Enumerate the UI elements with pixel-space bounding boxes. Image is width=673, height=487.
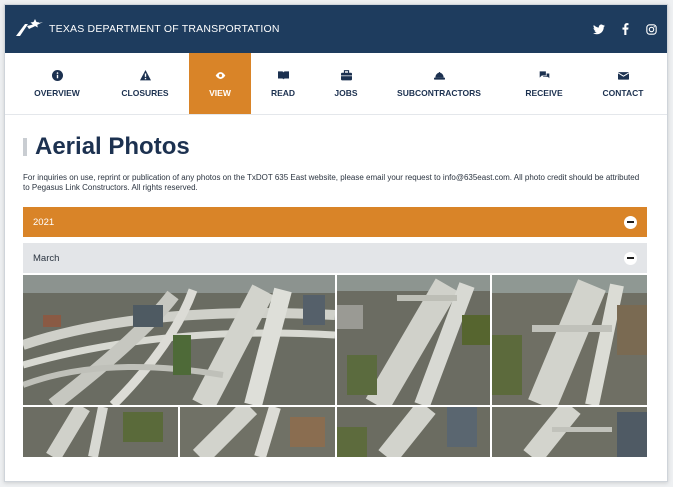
accordion-year-label: 2021 [33,216,55,228]
instagram-icon[interactable] [645,23,657,35]
accordion-month-label: March [33,252,60,264]
aerial-photo[interactable] [492,407,647,457]
photo-gallery [23,275,647,457]
briefcase-icon [340,69,352,80]
collapse-icon[interactable] [624,215,637,229]
txdot-star-icon [16,19,43,36]
nav-label: VIEW [209,87,231,98]
envelope-icon [617,71,629,80]
nav-label: JOBS [334,87,358,98]
collapse-icon[interactable] [624,251,637,265]
aerial-photo-image [23,407,178,457]
nav-overview[interactable]: OVERVIEW [13,53,101,114]
nav-label: CLOSURES [121,87,169,98]
aerial-photo-image [180,407,335,457]
main-nav: OVERVIEW CLOSURES VIEW READ JOBS SUBCONT… [5,53,667,115]
eye-icon [215,71,225,79]
nav-receive[interactable]: RECEIVE [501,53,587,114]
info-icon [51,69,63,81]
aerial-photo[interactable] [23,275,335,405]
aerial-photo[interactable] [337,275,490,405]
aerial-photo[interactable] [337,407,490,457]
chat-icon [539,70,549,78]
brand-name: TEXAS DEPARTMENT OF TRANSPORTATION [49,23,280,35]
nav-read[interactable]: READ [251,53,315,114]
nav-contact[interactable]: CONTACT [587,53,659,114]
warning-icon [139,69,151,80]
aerial-photo-image [492,407,647,457]
aerial-photo[interactable] [23,407,178,457]
aerial-photo[interactable] [492,275,647,405]
aerial-photo-image [492,275,647,405]
aerial-photo[interactable] [180,407,335,457]
hardhat-icon [433,71,445,80]
nav-label: OVERVIEW [34,87,80,98]
book-icon [277,70,289,80]
page-title: Aerial Photos [35,133,190,160]
top-bar: TEXAS DEPARTMENT OF TRANSPORTATION [5,5,667,53]
nav-label: SUBCONTRACTORS [397,87,481,98]
title-row: Aerial Photos [23,133,647,161]
facebook-icon[interactable] [619,23,631,35]
nav-closures[interactable]: CLOSURES [101,53,189,114]
aerial-photo-image [23,275,335,405]
nav-label: RECEIVE [525,87,563,98]
nav-view[interactable]: VIEW [189,53,251,114]
title-accent-bar [23,138,27,156]
accordion-month-march[interactable]: March [23,243,647,273]
txdot-logo[interactable]: TEXAS DEPARTMENT OF TRANSPORTATION [13,18,280,40]
aerial-photo-image [337,407,490,457]
accordion-year-2021[interactable]: 2021 [23,207,647,237]
twitter-icon[interactable] [593,23,605,35]
browser-frame: TEXAS DEPARTMENT OF TRANSPORTATION OVERV… [4,4,668,482]
nav-label: CONTACT [602,87,644,98]
intro-text: For inquiries on use, reprint or publica… [23,173,640,192]
social-links [593,23,657,35]
main-content: Aerial Photos For inquiries on use, repr… [5,133,667,457]
nav-jobs[interactable]: JOBS [315,53,377,114]
nav-label: READ [270,87,296,98]
nav-subcontractors[interactable]: SUBCONTRACTORS [377,53,501,114]
aerial-photo-image [337,275,490,405]
